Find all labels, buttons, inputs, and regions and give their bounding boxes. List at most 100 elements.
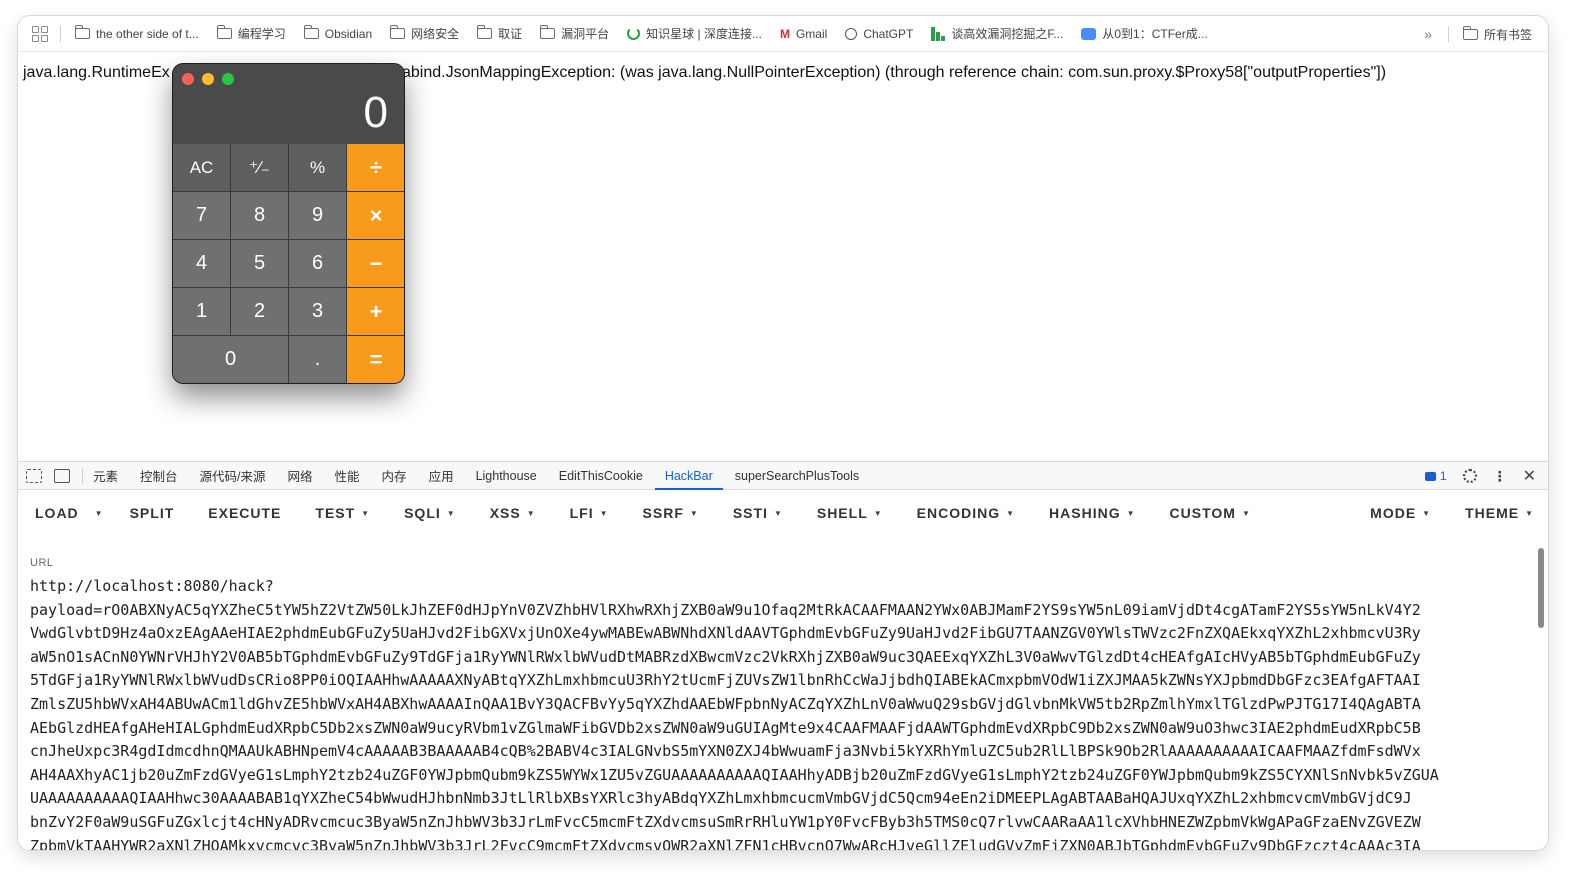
folder-icon bbox=[216, 25, 232, 39]
bookmark-folder-other-side[interactable]: the other side of t... bbox=[75, 25, 199, 41]
hackbar-menu-button[interactable]: ENCODING ▼ bbox=[917, 505, 1015, 521]
bookmark-folder-security[interactable]: 网络安全 bbox=[390, 25, 459, 42]
bookmark-label: 取证 bbox=[498, 27, 523, 41]
calc-key[interactable]: 7 bbox=[173, 192, 230, 239]
calc-key[interactable]: = bbox=[347, 336, 404, 383]
devtools-tab[interactable]: 内存 bbox=[382, 462, 407, 490]
calc-key[interactable]: 9 bbox=[289, 192, 346, 239]
calc-key[interactable]: 6 bbox=[289, 240, 346, 287]
hackbar-menu-label: TEST bbox=[315, 505, 356, 521]
bookmark-label: 从0到1：CTFer成... bbox=[1102, 27, 1208, 41]
url-line: bnZvY2F0aW9uSGFuZGxlcjt4cHNyADRvcmcuc3By… bbox=[30, 812, 1421, 831]
devtools-tab-list: 元素 控制台 源代码/来源 网络 性能 内存 应用 Lighthouse EditThisCoo… bbox=[93, 462, 881, 490]
url-textarea[interactable]: http://localhost:8080/hack? payload=rO0AB… bbox=[30, 575, 1520, 850]
devtools-tab[interactable]: Lighthouse bbox=[476, 462, 537, 490]
chevron-down-icon: ▼ bbox=[773, 508, 783, 518]
calc-key[interactable]: ⁺∕₋ bbox=[231, 144, 288, 191]
hackbar-menu-button[interactable]: XSS ▼ bbox=[490, 505, 536, 521]
bookmark-folder-obsidian[interactable]: Obsidian bbox=[303, 25, 373, 41]
hackbar-menu-label: SSTI bbox=[732, 505, 768, 521]
devtools-tab[interactable]: 应用 bbox=[429, 462, 454, 490]
calc-key[interactable]: 4 bbox=[173, 240, 230, 287]
url-line: ZpbmVkTAAHYWR2aXNlZHQAMkxvcmcvc3ByaW5nZn… bbox=[30, 836, 1421, 850]
hackbar-menu-button[interactable]: CUSTOM ▼ bbox=[1170, 505, 1251, 521]
close-devtools-icon[interactable]: ✕ bbox=[1523, 466, 1536, 486]
site-icon bbox=[1081, 27, 1097, 40]
folder-icon bbox=[75, 25, 90, 39]
load-dropdown-icon[interactable]: ▼ bbox=[95, 509, 104, 518]
bookmark-gmail[interactable]: M Gmail bbox=[780, 27, 827, 41]
calc-key[interactable]: AC bbox=[173, 144, 230, 191]
split-button[interactable]: SPLIT bbox=[130, 505, 175, 521]
calc-key[interactable]: 3 bbox=[289, 288, 346, 335]
devtools-tab[interactable]: EditThisCookie bbox=[559, 462, 643, 490]
theme-menu-button[interactable]: THEME ▼ bbox=[1465, 505, 1534, 521]
bookmark-label: 漏洞平台 bbox=[561, 27, 610, 41]
bookmark-chatgpt[interactable]: ChatGPT bbox=[845, 27, 913, 41]
url-scrollbar[interactable] bbox=[1538, 548, 1544, 628]
devtools-tab[interactable]: HackBar bbox=[654, 462, 723, 490]
maximize-window-icon[interactable] bbox=[222, 73, 234, 85]
hackbar-menu-button[interactable]: TEST ▼ bbox=[315, 505, 370, 521]
calc-key[interactable]: 0 bbox=[173, 336, 288, 383]
hackbar-menu-button[interactable]: SSRF ▼ bbox=[643, 505, 699, 521]
close-window-icon[interactable] bbox=[182, 73, 194, 85]
bookmark-ctfer[interactable]: 从0到1：CTFer成... bbox=[1081, 25, 1208, 42]
bookmark-folder-vuln-platform[interactable]: 漏洞平台 bbox=[540, 25, 609, 42]
bookmark-folder-programming[interactable]: 编程学习 bbox=[216, 25, 286, 42]
hackbar-toolbar: LOAD ▼ SPLIT EXECUTE TEST ▼ SQLI ▼ XSS ▼ LFI ▼ S… bbox=[18, 490, 1548, 536]
calc-key[interactable]: . bbox=[289, 336, 346, 383]
chevron-down-icon: ▼ bbox=[526, 508, 536, 518]
calc-key[interactable]: ÷ bbox=[347, 144, 404, 191]
calc-key[interactable]: % bbox=[289, 144, 346, 191]
devtools-tab[interactable]: 元素 bbox=[93, 462, 118, 490]
all-bookmarks-button[interactable]: 所有书签 bbox=[1462, 25, 1532, 43]
folder-icon bbox=[1462, 25, 1478, 40]
bookmarks-separator bbox=[1447, 26, 1449, 42]
minimize-window-icon[interactable] bbox=[202, 73, 214, 85]
bookmark-label: Obsidian bbox=[324, 26, 373, 41]
calc-key[interactable]: − bbox=[347, 240, 404, 287]
bookmark-vuln-article[interactable]: 谈高效漏洞挖掘之F... bbox=[931, 25, 1063, 42]
devtools-tab[interactable]: 控制台 bbox=[140, 462, 178, 490]
bookmark-label: 编程学习 bbox=[237, 27, 286, 41]
bookmark-zsxq[interactable]: 知识星球 | 深度连接... bbox=[627, 25, 762, 42]
calc-key[interactable]: 2 bbox=[231, 288, 288, 335]
issues-badge[interactable]: 1 bbox=[1424, 469, 1447, 483]
hackbar-menu-button[interactable]: SQLI ▼ bbox=[404, 505, 456, 521]
mode-label: MODE bbox=[1370, 505, 1417, 521]
hackbar-menu-button[interactable]: HASHING ▼ bbox=[1049, 505, 1135, 521]
url-line: http://localhost:8080/hack? bbox=[30, 577, 274, 595]
url-line: payload=rO0ABXNyAC5qYXZheC5tYW5hZ2VtZW50… bbox=[30, 600, 1421, 619]
calc-key[interactable]: 8 bbox=[231, 192, 288, 239]
inspect-element-icon[interactable] bbox=[26, 468, 42, 483]
calc-key[interactable]: 1 bbox=[173, 288, 230, 335]
mode-menu-button[interactable]: MODE ▼ bbox=[1370, 505, 1431, 521]
chatgpt-icon bbox=[845, 27, 858, 40]
calc-key[interactable]: × bbox=[347, 192, 404, 239]
apps-grid-icon[interactable] bbox=[32, 25, 48, 42]
devtools-tab[interactable]: superSearchPlusTools bbox=[735, 462, 859, 490]
devtools-tab[interactable]: 源代码/来源 bbox=[200, 462, 266, 490]
calculator-titlebar[interactable]: 0 bbox=[173, 64, 404, 144]
hackbar-menu-label: CUSTOM bbox=[1169, 505, 1236, 521]
bars-icon bbox=[931, 26, 946, 41]
settings-gear-icon[interactable] bbox=[1462, 469, 1477, 483]
hackbar-menu-button[interactable]: SSTI ▼ bbox=[733, 505, 783, 521]
device-toolbar-icon[interactable] bbox=[54, 468, 70, 483]
devtools-tab[interactable]: 性能 bbox=[335, 462, 360, 490]
devtools-panel: 元素 控制台 源代码/来源 网络 性能 内存 应用 Lighthouse EditThisCoo… bbox=[18, 461, 1548, 850]
calc-key[interactable]: 5 bbox=[231, 240, 288, 287]
calculator-keypad: AC ⁺∕₋% ÷ 7 8 9 × 4 5 6− 1 2 3 +0. = bbox=[173, 144, 404, 383]
load-button[interactable]: LOAD bbox=[35, 505, 79, 521]
execute-button[interactable]: EXECUTE bbox=[208, 505, 281, 521]
bookmark-folder-forensics[interactable]: 取证 bbox=[477, 25, 522, 42]
more-options-icon[interactable]: ⋮ bbox=[1493, 468, 1507, 485]
calc-key[interactable]: + bbox=[347, 288, 404, 335]
all-bookmarks-label: 所有书签 bbox=[1483, 27, 1532, 42]
hackbar-menu-button[interactable]: SHELL ▼ bbox=[817, 505, 883, 521]
devtools-tab[interactable]: 网络 bbox=[288, 462, 313, 490]
error-text-left: java.lang.RuntimeEx bbox=[23, 64, 170, 81]
bookmarks-overflow-button[interactable]: » bbox=[1424, 26, 1432, 42]
hackbar-menu-button[interactable]: LFI ▼ bbox=[570, 505, 609, 521]
